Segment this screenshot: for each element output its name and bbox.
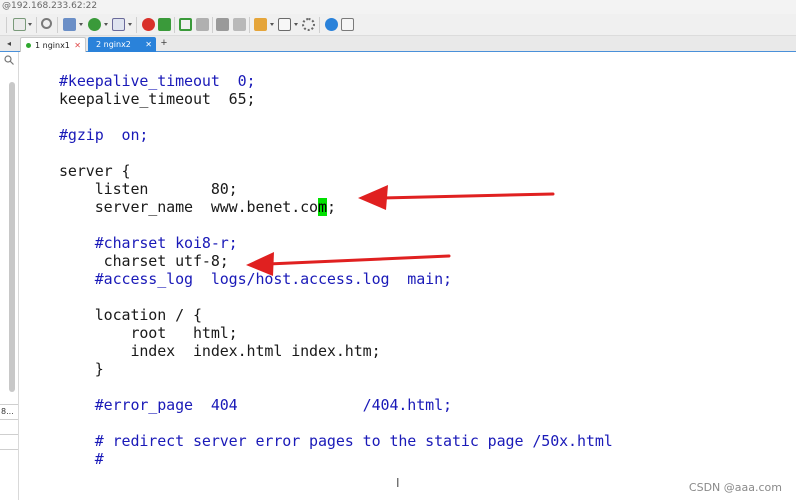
code-text: ; bbox=[326, 198, 336, 216]
keyboard-icon[interactable] bbox=[216, 18, 229, 31]
chevron-down-icon[interactable] bbox=[79, 23, 83, 26]
toolbar-separator bbox=[319, 17, 320, 33]
close-icon[interactable]: ✕ bbox=[74, 38, 81, 53]
add-tab-button[interactable]: + bbox=[158, 37, 170, 51]
chevron-down-icon[interactable] bbox=[128, 23, 132, 26]
tab-label: 2 nginx2 bbox=[96, 40, 131, 49]
toolbar-separator bbox=[6, 17, 7, 33]
panel-cell[interactable] bbox=[0, 419, 18, 434]
code-line: root html; bbox=[59, 324, 238, 342]
code-line: #keepalive_timeout 0; bbox=[59, 72, 256, 90]
code-line-server-name: server_name www.benet.com; bbox=[59, 198, 336, 216]
code-line: #error_page 404 /404.html; bbox=[59, 396, 452, 414]
code-line: charset utf-8; bbox=[59, 252, 229, 270]
window-title: @192.168.233.62:22 bbox=[2, 1, 98, 11]
folder-icon[interactable] bbox=[254, 18, 267, 31]
tab-scroll-left-icon[interactable]: ◂ bbox=[2, 37, 16, 51]
code-line: #charset koi8-r; bbox=[59, 234, 238, 252]
toolbar bbox=[0, 14, 796, 36]
panel-cell[interactable] bbox=[0, 449, 18, 464]
tab-label: 1 nginx1 bbox=[35, 41, 70, 50]
session-panel: 8... bbox=[0, 52, 19, 500]
chevron-down-icon[interactable] bbox=[104, 23, 108, 26]
compose-icon[interactable] bbox=[112, 18, 125, 31]
sftp-icon[interactable] bbox=[158, 18, 171, 31]
code-line: listen 80; bbox=[59, 180, 238, 198]
terminal-editor[interactable]: #keepalive_timeout 0; keepalive_timeout … bbox=[20, 53, 796, 500]
layout-icon[interactable] bbox=[278, 18, 291, 31]
settings-icon[interactable] bbox=[302, 18, 315, 31]
search-icon[interactable] bbox=[4, 55, 14, 65]
toolbar-separator bbox=[249, 17, 250, 33]
text-cursor: m bbox=[318, 198, 327, 216]
properties-icon[interactable] bbox=[63, 18, 76, 31]
window-title-bar: @192.168.233.62:22 bbox=[0, 0, 796, 14]
close-icon[interactable]: ✕ bbox=[145, 37, 152, 52]
toolbar-separator bbox=[174, 17, 175, 33]
edit-icon[interactable] bbox=[233, 18, 246, 31]
tab-nginx1[interactable]: 1 nginx1 ✕ bbox=[20, 37, 86, 52]
toolbar-separator bbox=[136, 17, 137, 33]
chevron-down-icon[interactable] bbox=[28, 23, 32, 26]
chevron-down-icon[interactable] bbox=[294, 23, 298, 26]
code-line: location / { bbox=[59, 306, 202, 324]
toolbar-separator bbox=[57, 17, 58, 33]
toolbar-separator bbox=[212, 17, 213, 33]
panel-scrollbar[interactable] bbox=[9, 82, 15, 392]
lock-icon[interactable] bbox=[196, 18, 209, 31]
code-line: # redirect server error pages to the sta… bbox=[59, 432, 613, 450]
toolbar-separator bbox=[36, 17, 37, 33]
fullscreen-icon[interactable] bbox=[179, 18, 192, 31]
panel-cell[interactable] bbox=[0, 434, 18, 449]
connected-icon bbox=[26, 43, 31, 48]
find-icon[interactable] bbox=[41, 18, 52, 29]
code-line: #access_log logs/host.access.log main; bbox=[59, 270, 452, 288]
tab-bar: ◂ 1 nginx1 ✕ 2 nginx2 ✕ + bbox=[0, 36, 796, 52]
chevron-down-icon[interactable] bbox=[270, 23, 274, 26]
code-line: # bbox=[59, 450, 104, 468]
watermark: CSDN @aaa.com bbox=[688, 481, 782, 494]
globe-icon[interactable] bbox=[88, 18, 101, 31]
panel-cell[interactable]: 8... bbox=[0, 404, 18, 419]
code-line: #gzip on; bbox=[59, 126, 149, 144]
help-icon[interactable] bbox=[325, 18, 338, 31]
code-line: keepalive_timeout 65; bbox=[59, 90, 256, 108]
code-text: server_name www.benet.co bbox=[59, 198, 318, 216]
record-icon[interactable] bbox=[142, 18, 155, 31]
code-line: } bbox=[59, 360, 104, 378]
new-session-icon[interactable] bbox=[13, 18, 26, 31]
mouse-ibeam-cursor: I bbox=[396, 476, 400, 490]
tab-nginx2[interactable]: 2 nginx2 ✕ bbox=[88, 37, 156, 52]
code-line: server { bbox=[59, 162, 131, 180]
chat-icon[interactable] bbox=[341, 18, 354, 31]
code-line: index index.html index.htm; bbox=[59, 342, 381, 360]
